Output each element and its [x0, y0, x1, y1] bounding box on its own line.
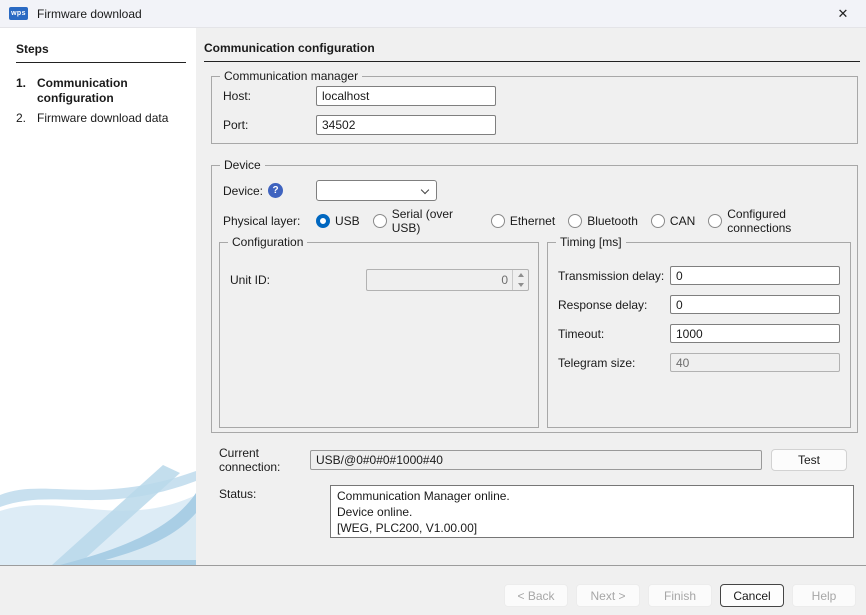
current-connection-value: [310, 450, 762, 470]
port-input[interactable]: [316, 115, 496, 135]
physical-layer-row: Physical layer: USB Serial (over USB) Et…: [223, 207, 857, 235]
steps-sidebar: Steps 1. Communication configuration 2. …: [0, 28, 196, 565]
page-title: Communication configuration: [204, 41, 860, 62]
stepper-down-icon[interactable]: [513, 280, 528, 290]
timing-rows: Transmission delay: Response delay: Time…: [548, 243, 850, 372]
decorative-swoosh-graphic: [0, 465, 196, 565]
physical-layer-label: Physical layer:: [223, 213, 301, 228]
radio-icon[interactable]: [372, 213, 387, 228]
stepper-up-icon[interactable]: [513, 270, 528, 280]
transmission-delay-row: Transmission delay:: [558, 266, 840, 285]
radio-label: Bluetooth: [587, 213, 638, 228]
unit-id-value: 0: [501, 273, 508, 287]
device-label: Device:: [223, 183, 264, 198]
step-item-firmware-download-data: 2. Firmware download data: [0, 111, 196, 131]
unit-id-label: Unit ID:: [230, 273, 271, 287]
close-icon[interactable]: ✕: [820, 0, 866, 28]
telegram-size-input: [670, 353, 840, 372]
window-title: Firmware download: [37, 6, 142, 21]
unit-id-row: Unit ID: 0: [230, 269, 529, 291]
device-inner-boxes: Configuration Unit ID: 0 Timing [ms] Tra…: [219, 235, 851, 428]
response-delay-row: Response delay:: [558, 295, 840, 314]
group-legend: Communication manager: [220, 69, 363, 83]
unit-id-stepper: 0: [366, 269, 529, 291]
radio-icon[interactable]: [708, 213, 723, 228]
timing-group: Timing [ms] Transmission delay: Response…: [547, 235, 851, 428]
step-label: Firmware download data: [37, 111, 169, 125]
wps-logo-icon: wps: [9, 7, 28, 20]
step-item-communication-configuration: 1. Communication configuration: [0, 76, 196, 111]
step-number: 1.: [16, 76, 27, 90]
radio-icon[interactable]: [316, 213, 330, 228]
transmission-delay-input[interactable]: [670, 266, 840, 285]
help-icon[interactable]: ?: [268, 183, 284, 198]
radio-serial-over-usb[interactable]: Serial (over USB): [372, 206, 478, 235]
status-line: Device online.: [337, 505, 413, 519]
port-label: Port:: [223, 118, 249, 132]
help-button: Help: [792, 584, 856, 607]
status-row: Status: Communication Manager online. De…: [219, 485, 854, 538]
host-label: Host:: [223, 89, 252, 103]
wizard-button-bar: < Back Next > Finish Cancel Help: [0, 565, 866, 615]
chevron-down-icon: [420, 185, 430, 195]
group-legend: Configuration: [228, 235, 308, 249]
step-number: 2.: [16, 111, 27, 125]
timeout-label: Timeout:: [558, 326, 605, 341]
radio-usb[interactable]: USB: [316, 213, 360, 228]
radio-can[interactable]: CAN: [650, 213, 696, 228]
stepper-buttons: [512, 270, 528, 290]
back-button: < Back: [504, 584, 568, 607]
next-button: Next >: [576, 584, 640, 607]
radio-label: Ethernet: [509, 213, 556, 228]
status-line: Communication Manager online.: [337, 489, 510, 503]
finish-button: Finish: [648, 584, 712, 607]
transmission-delay-label: Transmission delay:: [558, 268, 665, 283]
device-select[interactable]: [316, 180, 437, 201]
steps-heading: Steps: [16, 42, 186, 63]
group-legend: Device: [220, 158, 265, 172]
radio-ethernet[interactable]: Ethernet: [490, 213, 556, 228]
current-connection-label: Current connection:: [219, 446, 281, 474]
radio-icon[interactable]: [490, 213, 505, 228]
status-box: Communication Manager online. Device onl…: [330, 485, 854, 538]
configuration-group: Configuration Unit ID: 0: [219, 235, 539, 428]
group-legend: Timing [ms]: [556, 235, 626, 249]
telegram-size-row: Telegram size:: [558, 353, 840, 372]
telegram-size-label: Telegram size:: [558, 355, 636, 370]
radio-icon[interactable]: [568, 213, 583, 228]
host-input[interactable]: [316, 86, 496, 106]
radio-configured-connections[interactable]: Configured connections: [708, 207, 844, 235]
device-row: Device: ?: [223, 180, 857, 201]
cancel-button[interactable]: Cancel: [720, 584, 784, 607]
device-label-wrap: Device: ?: [223, 183, 316, 198]
status-line: [WEG, PLC200, V1.00.00]: [337, 521, 478, 535]
communication-manager-group: Communication manager Host: Port:: [211, 69, 858, 144]
status-label: Status:: [219, 487, 257, 501]
timeout-row: Timeout:: [558, 324, 840, 343]
response-delay-input[interactable]: [670, 295, 840, 314]
radio-icon[interactable]: [650, 213, 665, 228]
title-bar: wps Firmware download ✕: [0, 0, 866, 28]
radio-bluetooth[interactable]: Bluetooth: [568, 213, 638, 228]
radio-label: Serial (over USB): [391, 206, 454, 235]
test-button[interactable]: Test: [771, 449, 847, 471]
step-label: Communication configuration: [37, 76, 128, 105]
radio-label: Configured connections: [727, 206, 792, 235]
steps-list: 1. Communication configuration 2. Firmwa…: [0, 76, 196, 131]
response-delay-label: Response delay:: [558, 297, 648, 312]
port-row: Port:: [223, 115, 857, 135]
main-panel: Communication configuration Communicatio…: [196, 28, 866, 565]
radio-label: USB: [335, 213, 360, 228]
radio-label: CAN: [669, 213, 696, 228]
current-connection-row: Current connection: Test: [219, 446, 858, 474]
timeout-input[interactable]: [670, 324, 840, 343]
host-row: Host:: [223, 86, 857, 106]
device-group: Device Device: ? Physical layer: USB Ser…: [211, 158, 858, 433]
